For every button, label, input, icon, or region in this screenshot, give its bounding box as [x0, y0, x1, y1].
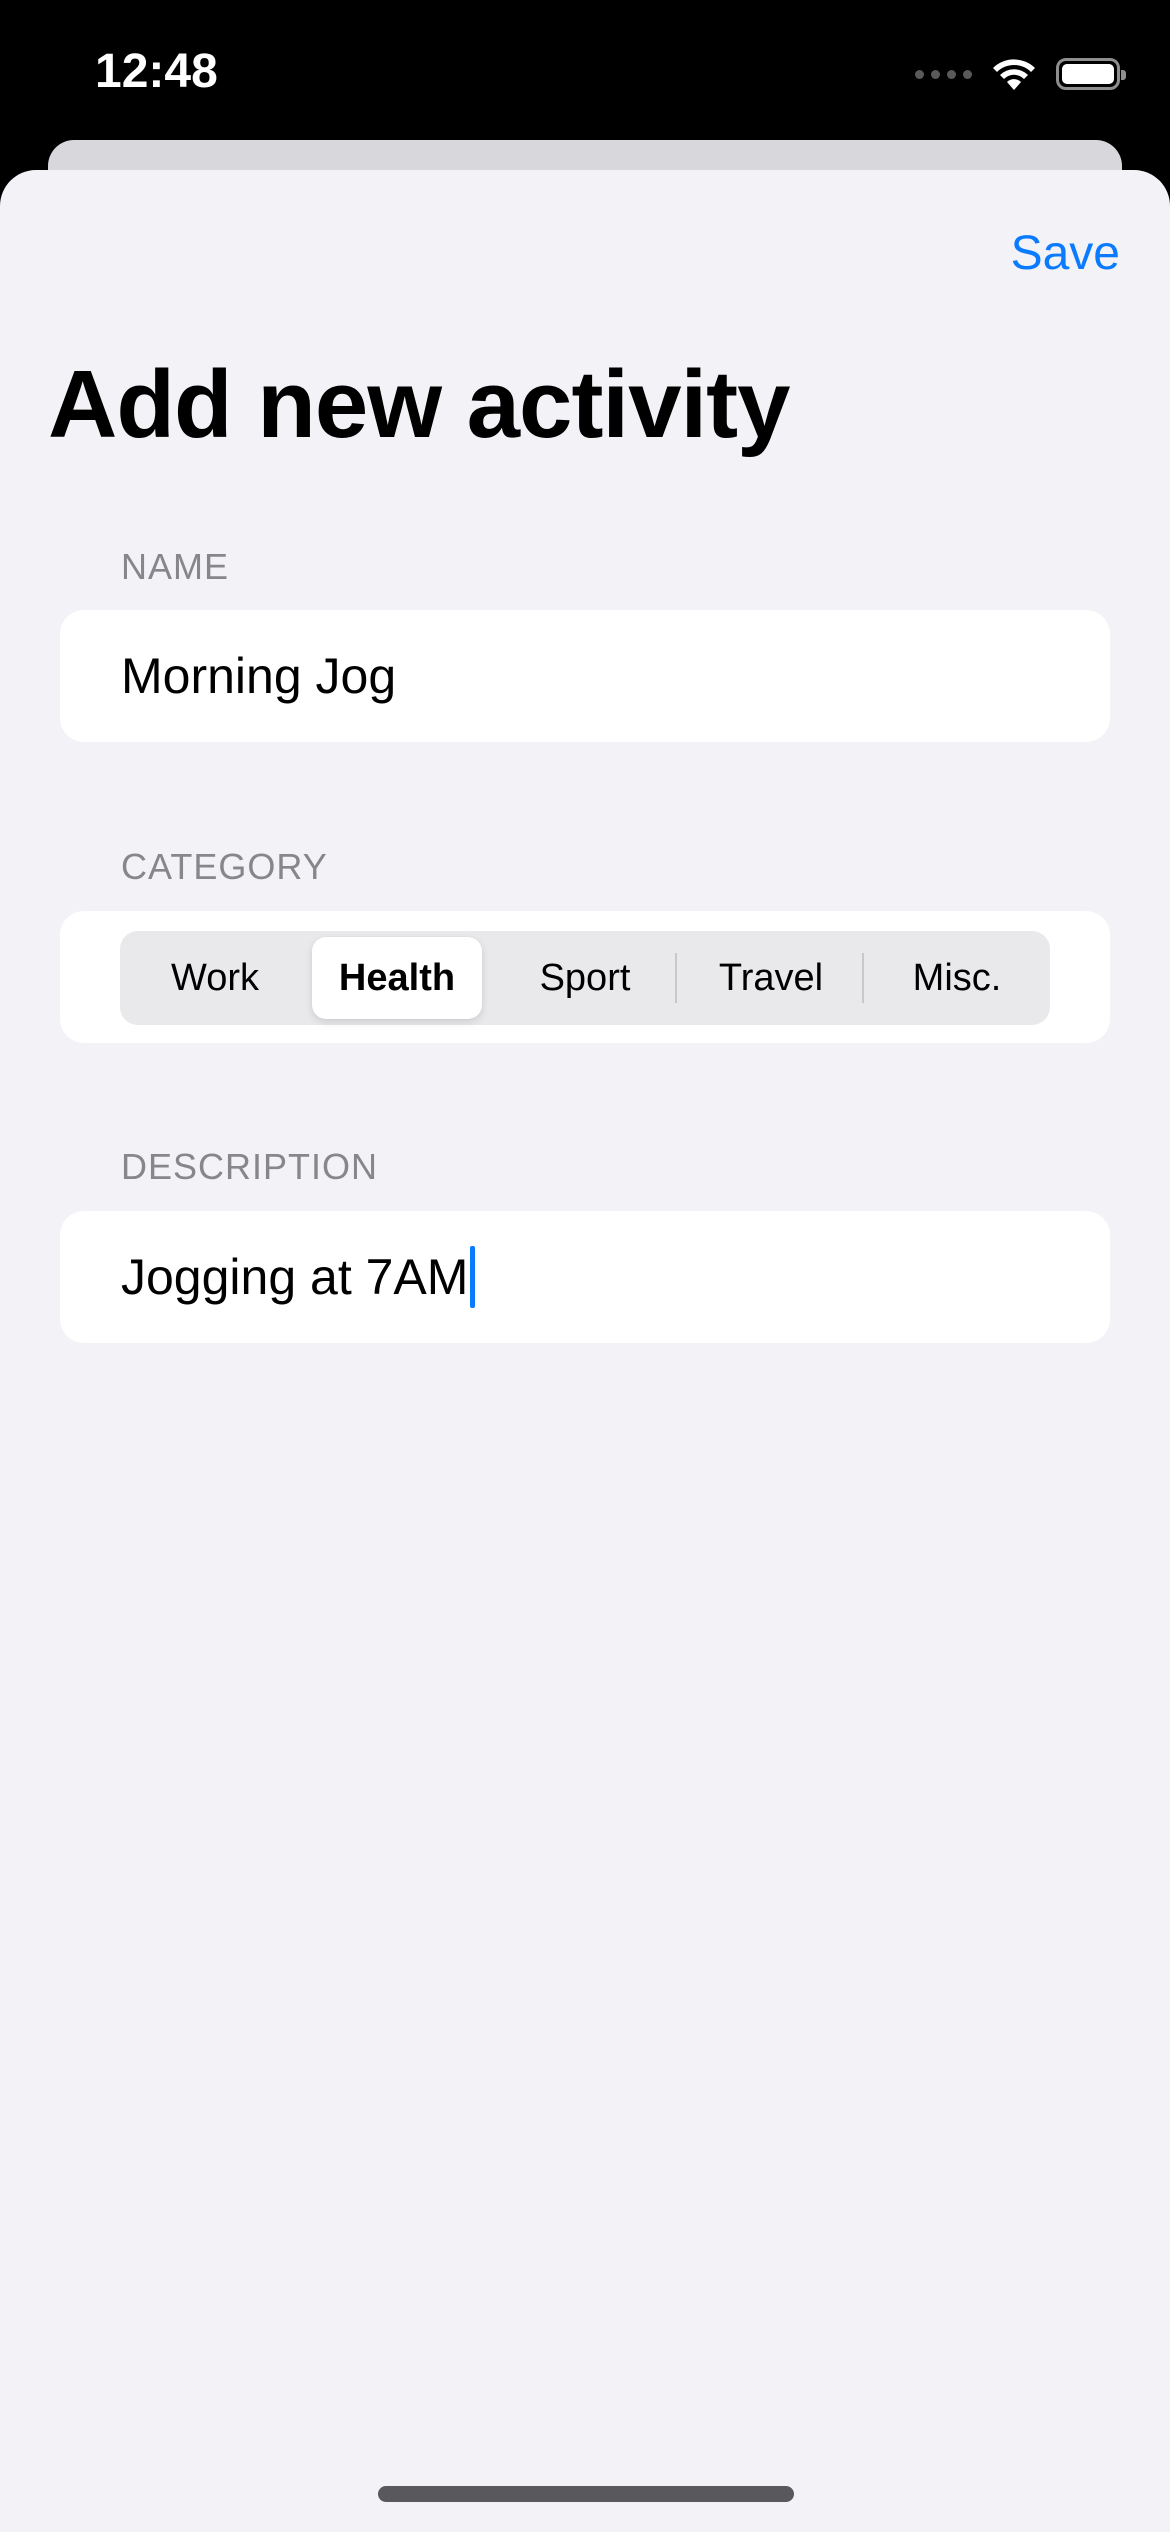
- home-indicator[interactable]: [378, 2486, 794, 2502]
- segment-work[interactable]: Work: [130, 937, 300, 1019]
- name-field[interactable]: Morning Jog: [121, 610, 396, 742]
- status-time: 12:48: [95, 45, 218, 98]
- name-card: Morning Jog: [60, 610, 1110, 742]
- segment-divider: [675, 953, 677, 1003]
- segment-sport[interactable]: Sport: [500, 937, 670, 1019]
- status-icons: [915, 52, 1126, 96]
- description-card: Jogging at 7AM: [60, 1211, 1110, 1343]
- battery-icon: [1056, 58, 1126, 90]
- segment-divider: [862, 953, 864, 1003]
- category-segmented-control: Work Health Sport Travel Misc.: [120, 931, 1050, 1025]
- text-cursor: [470, 1246, 476, 1308]
- description-section-label: DESCRIPTION: [121, 1146, 379, 1187]
- status-bar: 12:48: [0, 0, 1170, 150]
- add-activity-sheet: Save Add new activity NAME Morning Jog C…: [0, 170, 1170, 2532]
- segment-travel[interactable]: Travel: [686, 937, 856, 1019]
- save-button[interactable]: Save: [1011, 226, 1120, 281]
- page-title: Add new activity: [48, 351, 790, 458]
- description-field-value: Jogging at 7AM: [121, 1249, 469, 1305]
- segment-health[interactable]: Health: [312, 937, 482, 1019]
- category-section-label: CATEGORY: [121, 846, 328, 887]
- name-field-value: Morning Jog: [121, 648, 397, 704]
- description-field[interactable]: Jogging at 7AM: [121, 1211, 476, 1343]
- name-section-label: NAME: [121, 546, 230, 587]
- segment-misc[interactable]: Misc.: [872, 937, 1042, 1019]
- category-card: Work Health Sport Travel Misc.: [60, 911, 1110, 1043]
- cellular-signal-icon: [915, 69, 972, 79]
- wifi-icon: [993, 59, 1035, 90]
